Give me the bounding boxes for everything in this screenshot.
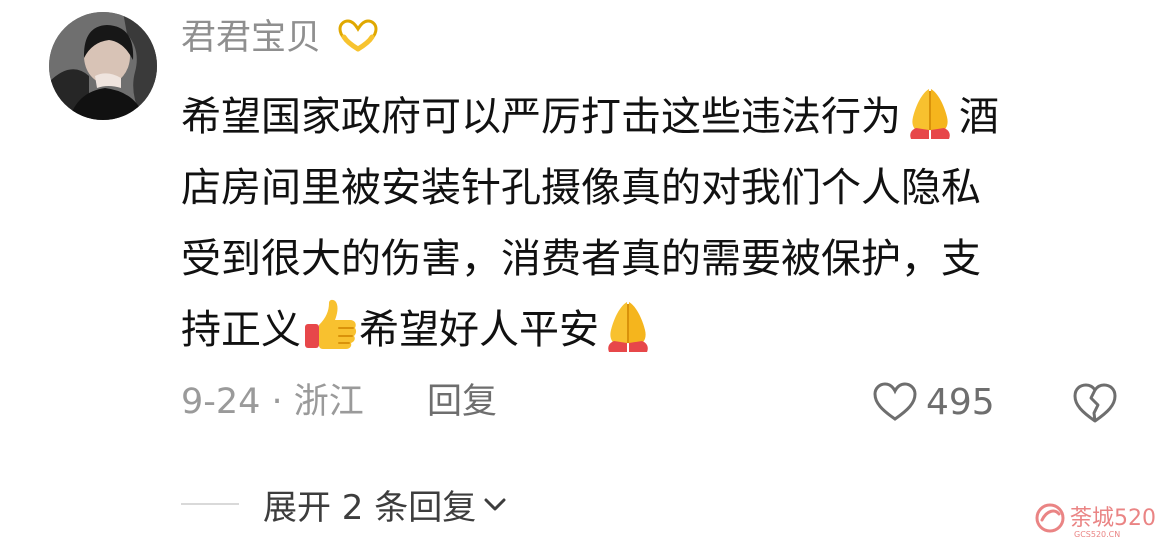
comment-text-line: 店房间里被安装针孔摄像真的对我们个人隐私 xyxy=(181,153,1131,224)
like-count: 495 xyxy=(926,381,995,423)
comment-text-segment: 希望好人平安 xyxy=(359,307,599,353)
svg-text:荼城520: 荼城520 xyxy=(1070,506,1156,531)
avatar-image xyxy=(49,12,157,120)
svg-text:GCS520.CN: GCS520.CN xyxy=(1074,530,1120,539)
comment-text-line: 持正义 希望好人平安 xyxy=(181,295,1131,366)
comment-text-segment: 持正义 xyxy=(181,307,301,353)
comment-meta: 9-24 · 浙江 xyxy=(181,382,364,422)
heart-outline-icon xyxy=(873,382,917,421)
comment-text-line: 受到很大的伤害，消费者真的需要被保护，支 xyxy=(181,224,1131,295)
comment-text: 希望国家政府可以严厉打击这些违法行为 酒店房间里被安装针孔摄像真的对我们个人隐私… xyxy=(181,82,1131,366)
comment-text-segment: 受到很大的伤害，消费者真的需要被保护，支 xyxy=(181,236,981,282)
comment-text-segment: 店房间里被安装针孔摄像真的对我们个人隐私 xyxy=(181,165,981,211)
folded-hands-icon xyxy=(599,296,657,354)
reply-button[interactable]: 回复 xyxy=(427,378,497,426)
avatar[interactable] xyxy=(49,12,157,120)
comment-item: 君君宝贝 希望国家政府可以严厉打击这些违法行为 酒店房间里被安装针孔摄像真的对我… xyxy=(0,0,1170,543)
expand-replies-button[interactable]: 展开 2 条回复 xyxy=(263,480,510,529)
expand-replies-row: 展开 2 条回复 xyxy=(181,480,510,528)
username[interactable]: 君君宝贝 xyxy=(181,16,380,64)
thumbs-up-icon xyxy=(301,296,359,354)
chevron-down-icon xyxy=(484,498,506,511)
comment-text-line: 希望国家政府可以严厉打击这些违法行为 酒 xyxy=(181,82,1131,153)
divider xyxy=(181,503,239,505)
like-button[interactable]: 495 xyxy=(872,376,995,428)
broken-heart-icon xyxy=(1073,383,1117,423)
comment-text-segment: 酒 xyxy=(959,94,999,140)
comment-text-segment: 希望国家政府可以严厉打击这些违法行为 xyxy=(181,94,901,140)
expand-replies-label: 展开 2 条回复 xyxy=(263,487,477,528)
heart-hands-icon xyxy=(336,19,380,64)
watermark-logo: 荼城520 GCS520.CN xyxy=(1032,498,1166,540)
folded-hands-icon xyxy=(901,83,959,141)
username-text: 君君宝贝 xyxy=(181,18,322,58)
dislike-button[interactable] xyxy=(1070,377,1120,427)
